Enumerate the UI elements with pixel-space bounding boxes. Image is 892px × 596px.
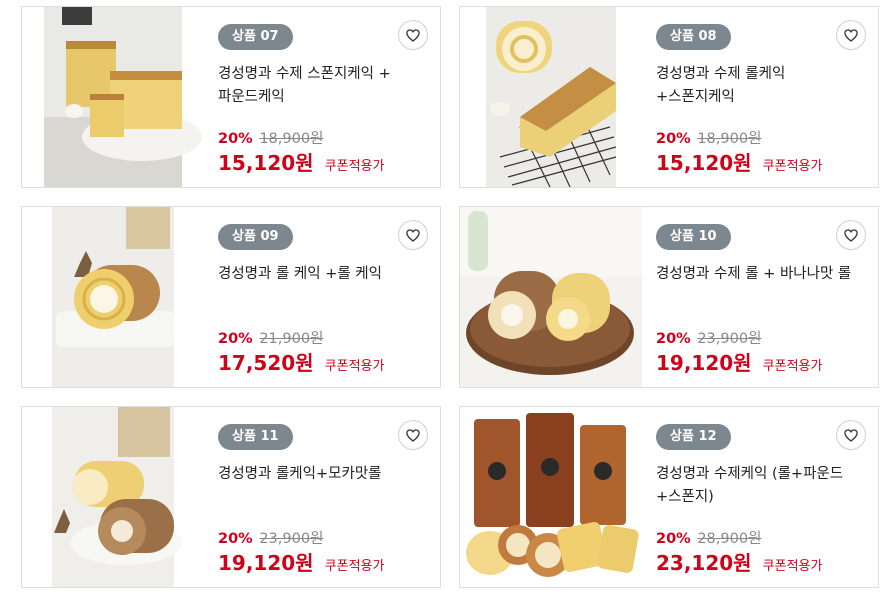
- sale-price: 19,120원: [656, 351, 752, 375]
- product-card[interactable]: 상품 11 경성명과 롤케익+모카맛롤 20% 23,900원 19,120원 …: [21, 406, 441, 588]
- product-image[interactable]: [22, 207, 204, 387]
- wishlist-button[interactable]: [836, 420, 866, 450]
- sale-price: 19,120원: [218, 551, 314, 575]
- product-number-badge: 상품 11: [218, 424, 293, 450]
- product-title[interactable]: 경성명과 롤 케익 +롤 케익: [218, 263, 418, 286]
- discount-rate: 20%: [656, 531, 691, 547]
- sale-price: 17,520원: [218, 351, 314, 375]
- product-image[interactable]: [460, 207, 642, 387]
- discount-rate: 20%: [656, 331, 691, 347]
- heart-icon: [406, 428, 420, 442]
- product-image[interactable]: [22, 7, 204, 187]
- product-image[interactable]: [460, 7, 642, 187]
- heart-icon: [406, 228, 420, 242]
- heart-icon: [406, 28, 420, 42]
- heart-icon: [844, 228, 858, 242]
- coupon-label: 쿠폰적용가: [324, 359, 385, 374]
- product-title[interactable]: 경성명과 수제 롤케익+스폰지케익: [656, 63, 856, 109]
- product-title[interactable]: 경성명과 수제케익 (롤+파운드+스폰지): [656, 463, 856, 509]
- sale-price: 15,120원: [218, 151, 314, 175]
- heart-icon: [844, 28, 858, 42]
- product-title[interactable]: 경성명과 수제 스폰지케익 + 파운드케익: [218, 63, 418, 109]
- discount-rate: 20%: [218, 331, 253, 347]
- product-title[interactable]: 경성명과 롤케익+모카맛롤: [218, 463, 418, 486]
- coupon-label: 쿠폰적용가: [762, 559, 823, 574]
- product-number-badge: 상품 10: [656, 224, 731, 250]
- product-card[interactable]: 상품 08 경성명과 수제 롤케익+스폰지케익 20% 18,900원 15,1…: [459, 6, 879, 188]
- product-number-badge: 상품 07: [218, 24, 293, 50]
- discount-rate: 20%: [656, 131, 691, 147]
- original-price: 21,900원: [259, 331, 324, 347]
- wishlist-button[interactable]: [398, 220, 428, 250]
- product-number-badge: 상품 09: [218, 224, 293, 250]
- original-price: 28,900원: [697, 531, 762, 547]
- product-card[interactable]: 상품 12 경성명과 수제케익 (롤+파운드+스폰지) 20% 28,900원 …: [459, 406, 879, 588]
- product-title[interactable]: 경성명과 수제 롤 + 바나나맛 롤: [656, 263, 856, 286]
- coupon-label: 쿠폰적용가: [762, 359, 823, 374]
- wishlist-button[interactable]: [398, 420, 428, 450]
- coupon-label: 쿠폰적용가: [324, 559, 385, 574]
- product-card[interactable]: 상품 09 경성명과 롤 케익 +롤 케익 20% 21,900원 17,520…: [21, 206, 441, 388]
- original-price: 18,900원: [697, 131, 762, 147]
- discount-rate: 20%: [218, 531, 253, 547]
- coupon-label: 쿠폰적용가: [762, 159, 823, 174]
- product-number-badge: 상품 08: [656, 24, 731, 50]
- wishlist-button[interactable]: [836, 20, 866, 50]
- original-price: 23,900원: [697, 331, 762, 347]
- coupon-label: 쿠폰적용가: [324, 159, 385, 174]
- sale-price: 15,120원: [656, 151, 752, 175]
- heart-icon: [844, 428, 858, 442]
- product-image[interactable]: [460, 407, 642, 587]
- product-number-badge: 상품 12: [656, 424, 731, 450]
- original-price: 23,900원: [259, 531, 324, 547]
- wishlist-button[interactable]: [398, 20, 428, 50]
- discount-rate: 20%: [218, 131, 253, 147]
- sale-price: 23,120원: [656, 551, 752, 575]
- product-image[interactable]: [22, 407, 204, 587]
- product-card[interactable]: 상품 07 경성명과 수제 스폰지케익 + 파운드케익 20% 18,900원 …: [21, 6, 441, 188]
- wishlist-button[interactable]: [836, 220, 866, 250]
- product-card[interactable]: 상품 10 경성명과 수제 롤 + 바나나맛 롤 20% 23,900원 19,…: [459, 206, 879, 388]
- original-price: 18,900원: [259, 131, 324, 147]
